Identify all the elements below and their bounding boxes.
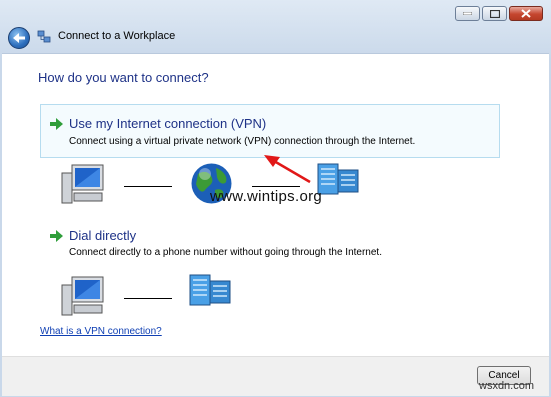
option-vpn-label[interactable]: Use my Internet connection (VPN) — [69, 116, 266, 131]
close-button[interactable] — [509, 6, 543, 21]
green-arrow-icon — [50, 118, 63, 130]
watermark: www.wintips.org — [210, 188, 323, 205]
option-dial-label[interactable]: Dial directly — [69, 228, 136, 243]
minimize-icon — [463, 12, 472, 15]
option-vpn-description: Connect using a virtual private network … — [69, 136, 416, 147]
maximize-button[interactable] — [482, 6, 507, 21]
connection-line — [124, 298, 172, 299]
server-icon — [317, 163, 359, 195]
option-vpn[interactable] — [40, 104, 500, 158]
footer-bar — [2, 356, 549, 396]
option-dial-description: Connect directly to a phone number witho… — [69, 247, 382, 258]
minimize-button[interactable] — [455, 6, 480, 21]
connection-line — [252, 186, 300, 187]
window-controls — [455, 6, 543, 21]
connection-line — [124, 186, 172, 187]
back-button[interactable] — [8, 27, 30, 49]
close-icon — [521, 9, 531, 18]
server-icon — [189, 274, 231, 306]
vpn-help-link[interactable]: What is a VPN connection? — [40, 326, 162, 337]
green-arrow-icon — [50, 230, 63, 242]
network-icon — [37, 30, 51, 43]
computer-icon — [61, 276, 104, 316]
page-heading: How do you want to connect? — [38, 70, 209, 85]
back-arrow-icon — [13, 33, 25, 43]
computer-icon — [61, 164, 104, 204]
red-pointer-arrow-icon — [264, 155, 311, 184]
window-title: Connect to a Workplace — [58, 30, 176, 42]
site-watermark: wsxdn.com — [479, 380, 535, 392]
maximize-icon — [489, 9, 500, 18]
